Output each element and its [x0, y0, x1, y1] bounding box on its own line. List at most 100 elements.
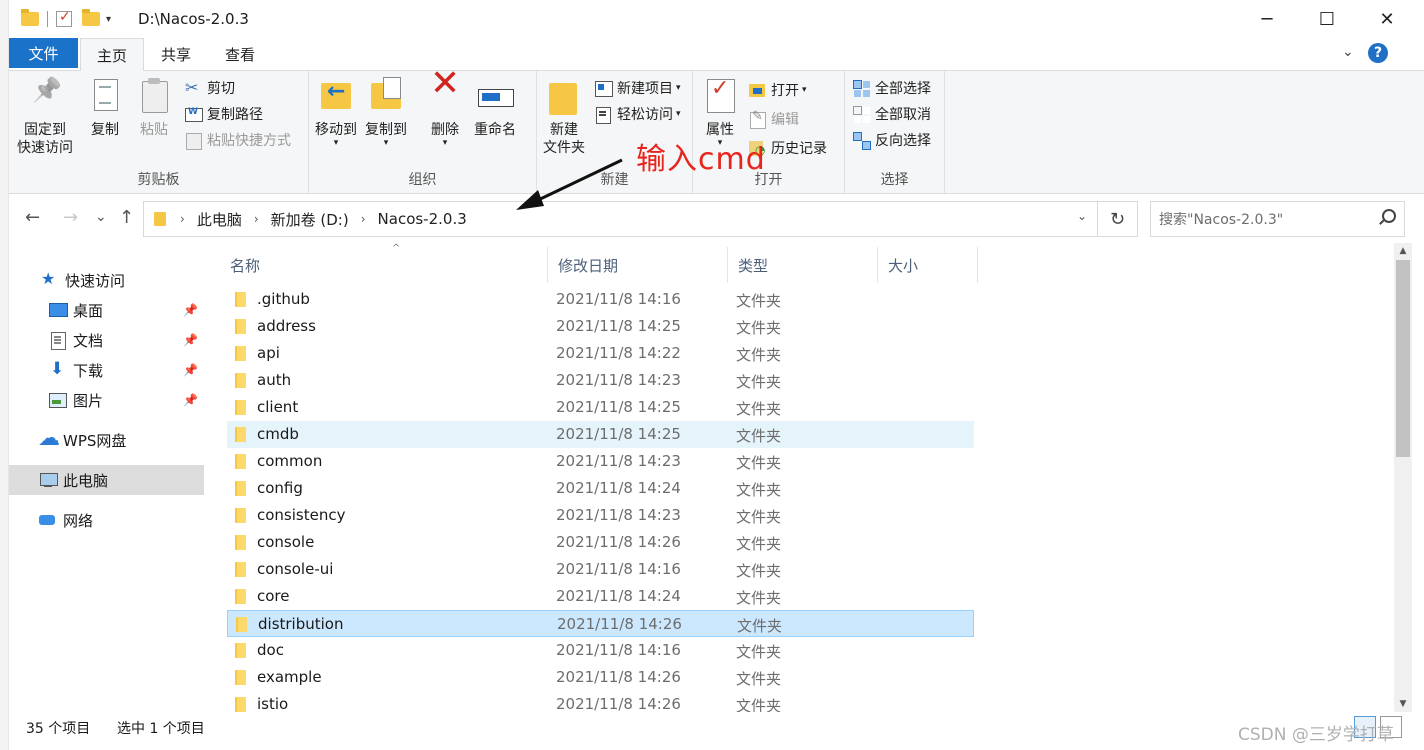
folder-icon [235, 670, 246, 685]
pin-to-quick-access-button[interactable]: 固定到 快速访问 [17, 77, 73, 157]
file-row[interactable]: consistency 2021/11/8 14:23 文件夹 [227, 502, 974, 529]
forward-button[interactable]: → [63, 207, 78, 228]
file-date: 2021/11/8 14:16 [556, 290, 681, 308]
pin-icon: 📌 [183, 333, 198, 347]
cut-label: 剪切 [207, 81, 235, 97]
paste-shortcut-button[interactable]: 粘贴快捷方式 [185, 129, 291, 151]
maximize-button[interactable]: ☐ [1297, 0, 1357, 38]
paste-shortcut-label: 粘贴快捷方式 [207, 133, 291, 149]
nav-item-documents[interactable]: 文档 📌 [9, 325, 204, 355]
file-row[interactable]: config 2021/11/8 14:24 文件夹 [227, 475, 974, 502]
select-all-button[interactable]: 全部选择 [853, 77, 931, 99]
file-date: 2021/11/8 14:23 [556, 452, 681, 470]
folder-icon [235, 319, 246, 334]
file-row[interactable]: client 2021/11/8 14:25 文件夹 [227, 394, 974, 421]
back-button[interactable]: ← [25, 207, 40, 228]
nav-item-wps-drive[interactable]: WPS网盘 [9, 425, 204, 455]
refresh-button[interactable]: ↻ [1098, 201, 1138, 237]
new-folder-icon[interactable] [82, 9, 100, 26]
rename-button[interactable]: 重命名 [474, 77, 516, 139]
navigation-bar: ← → ⌄ ↑ › 此电脑 › 新加卷 (D:) › Nacos-2.0.3 ⌄… [9, 195, 1424, 243]
file-date: 2021/11/8 14:26 [556, 695, 681, 712]
file-row[interactable]: doc 2021/11/8 14:16 文件夹 [227, 637, 974, 664]
file-row[interactable]: address 2021/11/8 14:25 文件夹 [227, 313, 974, 340]
file-row[interactable]: common 2021/11/8 14:23 文件夹 [227, 448, 974, 475]
pictures-icon [49, 392, 67, 408]
customize-toolbar-dropdown[interactable]: ▾ [106, 14, 111, 25]
move-to-icon [319, 77, 353, 117]
file-row[interactable]: auth 2021/11/8 14:23 文件夹 [227, 367, 974, 394]
folder-icon [235, 589, 246, 604]
address-dropdown-button[interactable]: ⌄ [1077, 209, 1087, 223]
file-row[interactable]: istio 2021/11/8 14:26 文件夹 [227, 691, 974, 712]
collapse-ribbon-icon[interactable]: ⌄ [1342, 44, 1354, 60]
nav-item-pictures[interactable]: 图片 📌 [9, 385, 204, 415]
file-row[interactable]: console-ui 2021/11/8 14:16 文件夹 [227, 556, 974, 583]
column-header-date[interactable]: 修改日期 [548, 247, 728, 283]
column-header-type[interactable]: 类型 [728, 247, 878, 283]
tab-home[interactable]: 主页 [80, 38, 144, 71]
folder-icon [235, 454, 246, 469]
breadcrumb-nacos[interactable]: Nacos-2.0.3 [378, 210, 467, 228]
scroll-down-arrow-icon[interactable]: ▼ [1394, 699, 1412, 709]
breadcrumb-this-pc[interactable]: 此电脑 [197, 209, 242, 230]
minimize-button[interactable]: ─ [1237, 0, 1297, 38]
vertical-scrollbar[interactable]: ▲ ▼ [1394, 243, 1412, 712]
recent-locations-button[interactable]: ⌄ [95, 209, 107, 225]
toolbar-separator [47, 11, 48, 27]
copy-path-button[interactable]: 复制路径 [185, 103, 263, 125]
paste-button[interactable]: 粘贴 [137, 77, 171, 139]
annotation-text: 输入cmd [636, 142, 766, 177]
file-date: 2021/11/8 14:23 [556, 371, 681, 389]
search-icon[interactable] [1382, 209, 1396, 223]
copy-button[interactable]: 复制 [88, 77, 122, 139]
file-row[interactable]: .github 2021/11/8 14:16 文件夹 [227, 286, 974, 313]
search-input[interactable]: 搜索"Nacos-2.0.3" [1150, 201, 1405, 237]
tab-view[interactable]: 查看 [213, 38, 267, 70]
invert-selection-button[interactable]: 反向选择 [853, 129, 931, 151]
copy-to-button[interactable]: 复制到 ▾ [365, 77, 407, 148]
file-row[interactable]: example 2021/11/8 14:26 文件夹 [227, 664, 974, 691]
help-icon[interactable]: ? [1368, 43, 1388, 63]
scroll-up-arrow-icon[interactable]: ▲ [1394, 246, 1412, 256]
nav-item-network[interactable]: 网络 [9, 505, 204, 535]
new-folder-button[interactable]: 新建 文件夹 [543, 77, 585, 157]
file-row[interactable]: core 2021/11/8 14:24 文件夹 [227, 583, 974, 610]
properties-icon[interactable] [56, 9, 72, 27]
nav-item-desktop[interactable]: 桌面 📌 [9, 295, 204, 325]
open-button[interactable]: 打开 ▾ [749, 79, 807, 101]
tab-share[interactable]: 共享 [149, 38, 203, 70]
delete-button[interactable]: 删除 ▾ [428, 75, 462, 148]
select-none-icon [853, 106, 871, 122]
close-button[interactable]: ✕ [1357, 0, 1417, 38]
column-header-size[interactable]: 大小 [878, 247, 978, 283]
file-row[interactable]: api 2021/11/8 14:22 文件夹 [227, 340, 974, 367]
folder-icon [21, 9, 39, 26]
file-row[interactable]: distribution 2021/11/8 14:26 文件夹 [227, 610, 974, 637]
breadcrumb-separator[interactable]: › [254, 212, 259, 226]
column-header-name[interactable]: 名称 ^ [220, 243, 548, 283]
desktop-icon [49, 302, 68, 318]
tab-file[interactable]: 文件 [9, 38, 78, 68]
edit-button[interactable]: 编辑 [749, 108, 799, 130]
folder-icon [235, 373, 246, 388]
nav-item-quick-access[interactable]: 快速访问 [9, 265, 204, 295]
nav-item-this-pc[interactable]: 此电脑 [9, 465, 204, 495]
new-item-button[interactable]: 新建项目 ▾ [595, 77, 681, 99]
nav-item-label: 网络 [63, 511, 94, 530]
cut-button[interactable]: 剪切 [185, 77, 235, 99]
up-button[interactable]: ↑ [119, 207, 134, 228]
breadcrumb-separator[interactable]: › [361, 212, 366, 226]
nav-item-downloads[interactable]: 下载 📌 [9, 355, 204, 385]
file-row[interactable]: cmdb 2021/11/8 14:25 文件夹 [227, 421, 974, 448]
move-to-button[interactable]: 移动到 ▾ [315, 77, 357, 148]
easy-access-button[interactable]: 轻松访问 ▾ [595, 103, 681, 125]
nav-item-label: 图片 [73, 391, 104, 410]
file-row[interactable]: console 2021/11/8 14:26 文件夹 [227, 529, 974, 556]
file-date: 2021/11/8 14:25 [556, 398, 681, 416]
easy-access-label: 轻松访问 [617, 107, 673, 123]
breadcrumb-drive-d[interactable]: 新加卷 (D:) [271, 209, 349, 230]
scrollbar-thumb[interactable] [1396, 260, 1410, 457]
watermark: CSDN @三岁学打草 [1238, 725, 1394, 745]
select-none-button[interactable]: 全部取消 [853, 103, 931, 125]
